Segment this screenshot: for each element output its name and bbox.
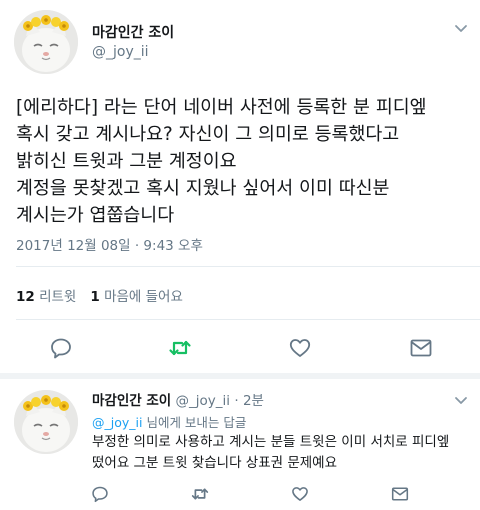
avatar[interactable] (14, 10, 78, 74)
tweet-timestamp[interactable]: 2017년 12월 08일 · 9:43 오후 (16, 234, 203, 254)
heart-icon[interactable] (287, 335, 313, 361)
reply-icon[interactable] (90, 484, 110, 504)
reply-text-line: 부정한 의미로 사용하고 계시는 분들 트윗은 이미 서치로 피디엪 (92, 434, 450, 450)
display-name[interactable]: 마감인간 조이 (92, 22, 174, 42)
section-separator (0, 373, 480, 379)
mail-icon[interactable] (408, 335, 434, 361)
user-handle[interactable]: @_joy_ii (92, 44, 149, 60)
chevron-down-icon[interactable] (450, 390, 472, 412)
heart-icon[interactable] (290, 484, 310, 504)
reply-text-line: 떴어요 그분 트윗 찾습니다 상표권 문제예요 (92, 455, 338, 471)
relative-time[interactable]: 2분 (243, 393, 264, 409)
retweet-count[interactable]: 12 (16, 289, 35, 305)
tweet-text: [에리하다] 라는 단어 네이버 사전에 등록한 분 피디엪 혹시 갖고 계시나… (16, 94, 474, 229)
replying-to-handle[interactable]: @_joy_ii (92, 415, 142, 430)
user-handle[interactable]: @_joy_ii (176, 393, 231, 409)
mail-icon[interactable] (390, 484, 410, 504)
separator-dot: · (234, 393, 239, 409)
retweet-icon[interactable] (190, 484, 210, 504)
replying-to: @_joy_ii 님에게 보내는 답글 (92, 412, 246, 431)
divider (16, 266, 480, 267)
cat-avatar-image (14, 390, 78, 454)
tweet-stats: 12 리트윗 1 마음에 들어요 (16, 285, 183, 305)
like-count[interactable]: 1 (90, 289, 99, 305)
replying-to-label: 님에게 보내는 답글 (142, 415, 247, 430)
display-name[interactable]: 마감인간 조이 (92, 393, 171, 409)
reply-header: 마감인간 조이 @_joy_ii · 2분 (92, 389, 264, 409)
tweet-text-line: 계시는가 엽쭙습니다 (16, 205, 175, 226)
tweet-text-line: 혹시 갖고 계시나요? 자신이 그 의미로 등록했다고 (16, 124, 400, 145)
reply-icon[interactable] (48, 335, 74, 361)
like-count-label[interactable]: 마음에 들어요 (104, 289, 183, 305)
tweet-text-line: 밝히신 트윗과 그분 계정이요 (16, 151, 237, 172)
reply-text: 부정한 의미로 사용하고 계시는 분들 트윗은 이미 서치로 피디엪 떴어요 그… (92, 432, 472, 474)
tweet-text-line: 계정을 못찾겠고 혹시 지웠나 싶어서 이미 따신분 (16, 178, 390, 199)
cat-avatar-image (14, 10, 78, 74)
chevron-down-icon[interactable] (450, 18, 472, 40)
divider (16, 319, 480, 320)
retweet-count-label[interactable]: 리트윗 (39, 289, 76, 305)
tweet-text-line: [에리하다] 라는 단어 네이버 사전에 등록한 분 피디엪 (16, 97, 427, 118)
avatar[interactable] (14, 390, 78, 454)
retweet-icon[interactable] (167, 335, 193, 361)
